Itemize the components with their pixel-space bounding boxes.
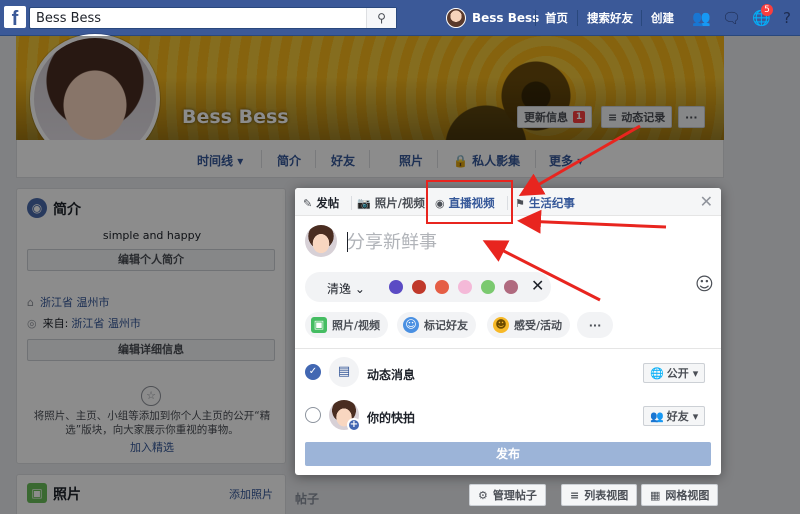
chevron-down-icon: ⌄ xyxy=(354,282,365,296)
tab-photo-video[interactable]: 📷 照片/视频 xyxy=(357,195,425,211)
divider xyxy=(295,348,721,349)
settings-icon: ⚙ xyxy=(478,488,488,502)
background-swatch[interactable] xyxy=(389,280,403,294)
background-swatch[interactable] xyxy=(412,280,426,294)
posts-label: 帖子 xyxy=(295,492,320,506)
list-icon: ≡ xyxy=(570,488,580,502)
search-icon: ⚲ xyxy=(377,11,386,25)
friend-requests-icon[interactable]: 👥 xyxy=(692,9,711,27)
tag-friends-button[interactable]: ☺ 标记好友 xyxy=(397,312,476,338)
nav-home-link[interactable]: 首页 xyxy=(545,10,568,26)
manage-posts-button[interactable]: ⚙ 管理帖子 xyxy=(469,484,546,506)
nav-divider xyxy=(641,10,642,26)
plus-icon: + xyxy=(347,418,361,432)
list-view-button[interactable]: ≡ 列表视图 xyxy=(561,484,638,506)
tab-life-event-label: 生活纪事 xyxy=(528,196,575,210)
nav-divider xyxy=(535,10,536,26)
emoji-icon[interactable]: ☺ xyxy=(695,274,714,295)
story-privacy-label: 好友 xyxy=(666,410,689,423)
story-privacy-dropdown[interactable]: 👥 好友 ▾ xyxy=(643,406,706,426)
facebook-logo-icon[interactable]: f xyxy=(4,6,26,28)
post-composer-dialog: ✎发帖 📷照片/视频 ◉直播视频 ⚑生活纪事 ✕ 清逸 ⌄ ✕ ☺ ▣照片/视频… xyxy=(295,188,721,475)
publish-button[interactable]: 发布 xyxy=(305,442,711,466)
help-icon[interactable]: ? xyxy=(778,9,796,27)
news-feed-checkbox[interactable]: ✓ xyxy=(305,364,321,380)
text-caret xyxy=(347,232,348,252)
news-feed-privacy-dropdown[interactable]: 🌐 公开 ▾ xyxy=(643,363,706,383)
background-select-label: 清逸 xyxy=(327,282,352,296)
background-swatch[interactable] xyxy=(435,280,449,294)
notification-count-badge: 5 xyxy=(761,4,773,16)
background-swatch[interactable] xyxy=(481,280,495,294)
news-feed-privacy-label: 公开 xyxy=(666,367,689,380)
news-feed-label: 动态消息 xyxy=(367,368,416,382)
messenger-icon[interactable]: 🗨 xyxy=(722,9,741,27)
background-select[interactable]: 清逸 ⌄ xyxy=(327,280,365,297)
avatar xyxy=(305,225,337,257)
nav-find-friends-link[interactable]: 搜索好友 xyxy=(587,10,633,26)
search-box: ⚲ xyxy=(29,7,397,29)
list-view-label: 列表视图 xyxy=(584,489,629,502)
tag-people-icon: ☺ xyxy=(403,317,419,333)
tab-create-post-label: 发帖 xyxy=(316,196,340,210)
close-icon[interactable]: ✕ xyxy=(531,276,544,295)
tab-photo-video-label: 照片/视频 xyxy=(374,196,425,210)
globe-icon: 🌐 xyxy=(650,366,664,380)
smiley-icon: ☻ xyxy=(493,317,509,333)
chevron-down-icon: ▾ xyxy=(692,366,699,380)
search-button[interactable]: ⚲ xyxy=(366,8,396,28)
flag-icon: ⚑ xyxy=(515,196,525,210)
tag-friends-label: 标记好友 xyxy=(424,319,468,332)
photo-icon: ▣ xyxy=(311,317,327,333)
photo-video-action-label: 照片/视频 xyxy=(332,319,381,332)
grid-icon: ▦ xyxy=(650,488,661,502)
top-navigation-bar: f ⚲ Bess Bess 首页 搜索好友 创建 👥 🗨 🌐 5 ? xyxy=(0,0,800,36)
post-text-input[interactable] xyxy=(347,230,667,254)
pencil-icon: ✎ xyxy=(303,196,313,210)
nav-user-profile-link[interactable]: Bess Bess xyxy=(446,8,539,28)
check-icon: ✓ xyxy=(308,366,318,377)
nav-create-link[interactable]: 创建 xyxy=(651,10,674,26)
feeling-activity-label: 感受/活动 xyxy=(514,319,563,332)
nav-user-name: Bess Bess xyxy=(472,11,540,25)
grid-view-label: 网格视图 xyxy=(665,489,710,502)
background-swatch[interactable] xyxy=(504,280,518,294)
close-icon[interactable]: ✕ xyxy=(700,192,713,211)
photo-video-action-button[interactable]: ▣ 照片/视频 xyxy=(305,312,389,338)
friends-icon: 👥 xyxy=(650,409,664,423)
search-input[interactable] xyxy=(30,8,360,28)
camera-icon: 📷 xyxy=(357,196,371,210)
tab-life-event[interactable]: ⚑ 生活纪事 xyxy=(515,195,575,211)
avatar xyxy=(446,8,466,28)
news-feed-icon: ▤ xyxy=(329,357,359,387)
background-swatch[interactable] xyxy=(458,280,472,294)
tab-divider xyxy=(351,196,352,210)
nav-divider xyxy=(577,10,578,26)
feeling-activity-button[interactable]: ☻ 感受/活动 xyxy=(487,312,571,338)
story-checkbox[interactable] xyxy=(305,407,321,423)
manage-posts-label: 管理帖子 xyxy=(492,489,537,502)
background-picker: 清逸 ⌄ ✕ xyxy=(305,272,551,302)
story-label: 你的快拍 xyxy=(367,411,416,425)
chevron-down-icon: ▾ xyxy=(692,409,699,423)
grid-view-button[interactable]: ▦ 网格视图 xyxy=(641,484,719,506)
more-actions-button[interactable]: ··· xyxy=(577,312,613,338)
annotation-highlight-box xyxy=(426,180,513,224)
tab-create-post[interactable]: ✎ 发帖 xyxy=(303,195,339,211)
